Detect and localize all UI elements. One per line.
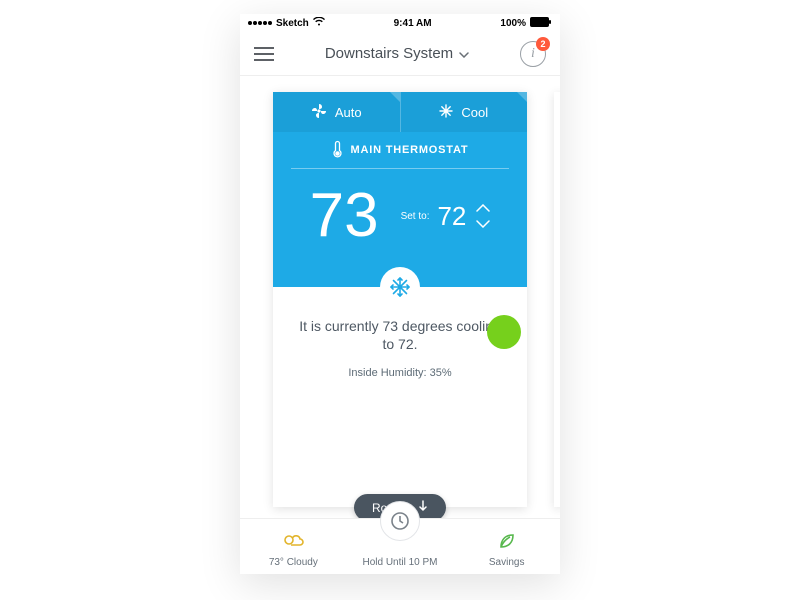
weather-item[interactable]: 73° Cloudy [240, 519, 347, 574]
next-card-peek[interactable] [554, 92, 560, 507]
set-temp-label: Set to: [401, 211, 430, 222]
app-frame: Sketch 9:41 AM 100% Downstairs System i … [240, 14, 560, 574]
mode-tab-label: Cool [461, 105, 488, 120]
fan-tab[interactable]: Auto [273, 92, 400, 132]
card-area: Auto Cool MAIN THERMOSTAT [240, 76, 560, 518]
menu-icon[interactable] [254, 47, 274, 61]
temperature-row: 73 Set to: 72 [273, 169, 527, 269]
thermostat-location-row: MAIN THERMOSTAT [273, 132, 527, 168]
arrow-down-icon [418, 500, 428, 515]
carrier-label: Sketch [276, 18, 309, 29]
status-time: 9:41 AM [394, 18, 432, 29]
chevron-down-icon [459, 45, 469, 62]
mode-tabs: Auto Cool [273, 92, 527, 132]
status-summary-text: It is currently 73 degrees cooling to 72… [299, 318, 501, 352]
fan-icon [311, 103, 327, 122]
leaf-icon [497, 531, 517, 554]
status-summary: It is currently 73 degrees cooling to 72… [273, 287, 527, 359]
weather-icon [281, 533, 305, 554]
thermostat-card: Auto Cool MAIN THERMOSTAT [273, 92, 527, 507]
current-temp: 73 [310, 185, 379, 247]
weather-label: 73° Cloudy [269, 557, 318, 568]
clock-icon [380, 501, 420, 541]
system-name: Downstairs System [325, 45, 453, 62]
temp-stepper [476, 204, 490, 228]
set-temp-group: Set to: 72 [401, 201, 491, 232]
status-left: Sketch [248, 17, 325, 29]
wifi-icon [313, 17, 325, 29]
hold-label: Hold Until 10 PM [362, 557, 437, 568]
mode-tab[interactable]: Cool [400, 92, 528, 132]
status-bar: Sketch 9:41 AM 100% [240, 14, 560, 32]
savings-label: Savings [489, 557, 525, 568]
battery-icon [530, 17, 552, 30]
snowflake-icon [439, 104, 453, 121]
nav-bar: Downstairs System i 2 [240, 32, 560, 76]
hold-item[interactable]: Hold Until 10 PM [347, 519, 454, 574]
notification-badge: 2 [536, 37, 550, 51]
set-temp-value: 72 [437, 201, 466, 232]
status-indicator-icon [487, 315, 521, 349]
info-button[interactable]: i 2 [520, 41, 546, 67]
system-selector[interactable]: Downstairs System [325, 45, 469, 62]
thermostat-body: MAIN THERMOSTAT 73 Set to: 72 [273, 132, 527, 287]
bottom-bar: 73° Cloudy Hold Until 10 PM Savings [240, 518, 560, 574]
humidity-label: Inside Humidity: 35% [273, 359, 527, 379]
temp-up-button[interactable] [476, 204, 490, 212]
signal-dots-icon [248, 21, 272, 25]
battery-label: 100% [500, 18, 526, 29]
thermostat-location-label: MAIN THERMOSTAT [351, 144, 469, 156]
thermometer-icon [332, 140, 343, 161]
status-right: 100% [500, 17, 552, 30]
fan-tab-label: Auto [335, 105, 362, 120]
savings-item[interactable]: Savings [453, 519, 560, 574]
temp-down-button[interactable] [476, 220, 490, 228]
